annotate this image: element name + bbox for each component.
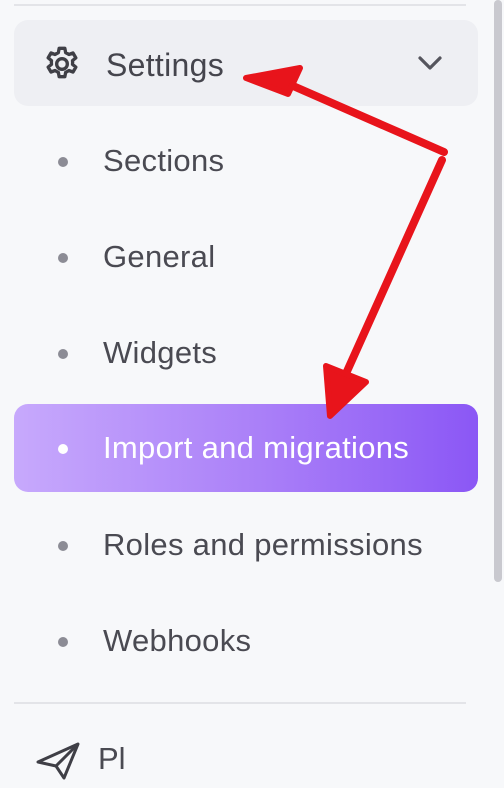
bullet-icon (58, 253, 68, 263)
chevron-down-icon[interactable] (414, 52, 446, 74)
menu-item-widgets[interactable]: Widgets (14, 309, 478, 397)
menu-item-label: Import and migrations (103, 430, 410, 465)
settings-menu-toggle[interactable]: Settings (14, 20, 478, 106)
menu-item-label: General (103, 239, 216, 274)
bullet-icon (58, 444, 68, 454)
paper-plane-icon (36, 742, 80, 780)
bottom-divider (14, 702, 466, 704)
top-divider (14, 4, 466, 6)
menu-item-label: Widgets (103, 335, 218, 370)
bullet-icon (58, 637, 68, 647)
settings-label: Settings (106, 47, 225, 83)
scrollbar-thumb[interactable] (494, 0, 502, 582)
bullet-icon (58, 349, 68, 359)
menu-item-label: Roles and permissions (103, 527, 423, 562)
menu-item-label: Webhooks (103, 623, 252, 658)
menu-item-sections[interactable]: Sections (14, 117, 478, 205)
next-nav-label: Pl (98, 741, 126, 776)
next-nav-item[interactable]: Pl (14, 728, 478, 788)
bullet-icon (58, 541, 68, 551)
menu-item-general[interactable]: General (14, 213, 478, 301)
gear-icon (46, 46, 78, 79)
menu-item-roles-and-permissions[interactable]: Roles and permissions (14, 501, 478, 589)
menu-item-webhooks[interactable]: Webhooks (14, 597, 478, 685)
menu-item-label: Sections (103, 143, 225, 178)
bullet-icon (58, 157, 68, 167)
menu-item-import-and-migrations[interactable]: Import and migrations (14, 404, 478, 492)
